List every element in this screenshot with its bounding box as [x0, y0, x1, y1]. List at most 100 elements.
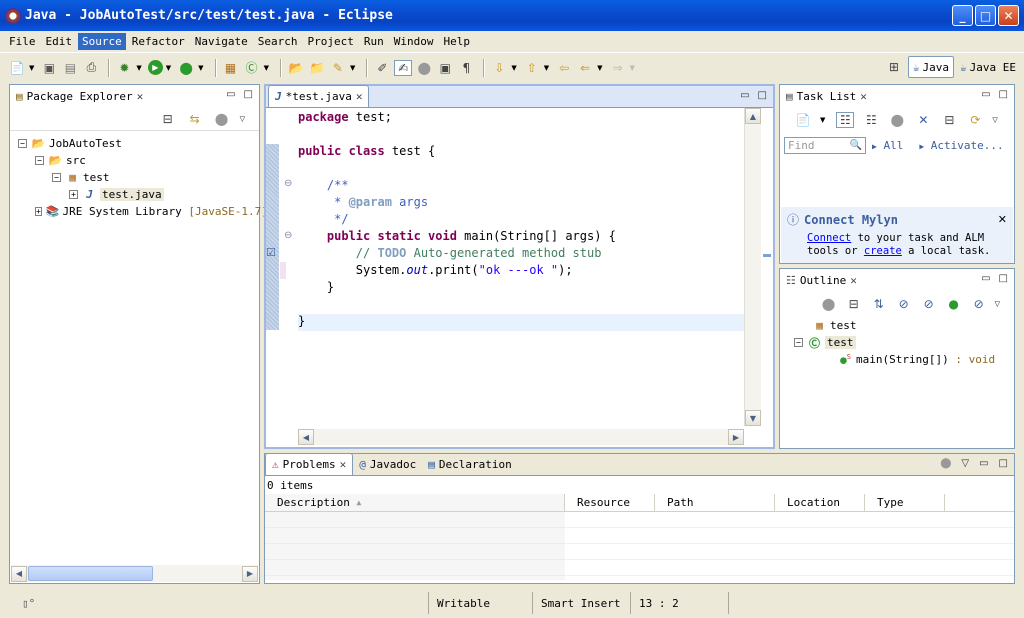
show-whitespace-icon[interactable]: ¶ [457, 60, 475, 76]
tab-declaration[interactable]: ▤ Declaration [422, 453, 517, 475]
forward-icon[interactable]: ⇒ [609, 60, 627, 76]
new-java-class-icon[interactable]: Ⓒ [243, 60, 261, 76]
code-area[interactable]: package test; public class test { /** * … [298, 110, 744, 424]
menu-project[interactable]: Project [303, 33, 357, 50]
menu-help[interactable]: Help [439, 33, 474, 50]
collapse-all-icon[interactable]: ⊟ [845, 296, 863, 312]
outline-item-package[interactable]: ▦ test [794, 317, 1014, 334]
new-icon[interactable]: 📄 [8, 60, 26, 76]
close-icon[interactable]: ✕ [356, 90, 363, 103]
tab-package-explorer[interactable]: ▤ Package Explorer ✕ [10, 85, 149, 107]
close-icon[interactable]: ✕ [137, 90, 144, 103]
external-tools-dropdown-icon[interactable]: ▼ [198, 64, 203, 72]
run-icon[interactable]: ▶ [147, 60, 163, 75]
next-annotation-dropdown-icon[interactable]: ▼ [511, 64, 516, 72]
collapse-all-icon[interactable]: ⊟ [940, 112, 958, 128]
close-button[interactable]: ✕ [998, 5, 1019, 26]
menu-edit[interactable]: Edit [42, 33, 77, 50]
open-task-icon[interactable]: 📁 [308, 60, 326, 76]
column-description[interactable]: Description ▲ [265, 494, 565, 512]
connect-link[interactable]: Connect [807, 232, 851, 244]
maximize-icon[interactable]: □ [244, 89, 253, 100]
print-icon[interactable]: ⎙ [82, 60, 100, 76]
previous-annotation-icon[interactable]: ⇧ [523, 60, 541, 76]
new-task-dropdown-icon[interactable]: ▼ [820, 116, 825, 124]
tab-outline[interactable]: ☷ Outline ✕ [780, 269, 863, 291]
menu-source[interactable]: Source [78, 32, 126, 50]
maximize-button[interactable]: □ [975, 5, 996, 26]
new-class-dropdown-icon[interactable]: ▼ [264, 64, 269, 72]
maximize-icon[interactable]: □ [999, 89, 1008, 100]
minimize-icon[interactable]: ▭ [981, 89, 990, 100]
menu-navigate[interactable]: Navigate [191, 33, 252, 50]
outline-item-class[interactable]: − Ⓒtest [794, 334, 1014, 351]
back-dropdown-icon[interactable]: ▼ [597, 64, 602, 72]
collapse-all-icon[interactable]: ⊟ [159, 111, 177, 127]
tree-item-jre[interactable]: + 📚 JRE System Library [JavaSE-1.7] [18, 203, 268, 220]
toggle-mark-occurrences-icon[interactable]: ✐ [373, 60, 391, 76]
fold-collapse-icon[interactable]: ⊖ [284, 178, 292, 189]
back-icon[interactable]: ⇐ [576, 60, 594, 76]
all-link[interactable]: ▶ All [872, 139, 903, 152]
highlight-icon[interactable]: ✍ [394, 59, 413, 76]
debug-icon[interactable]: ✹ [115, 60, 133, 76]
tree-item-package[interactable]: − ▦ test [18, 169, 259, 186]
open-perspective-icon[interactable]: ⊞ [885, 59, 903, 75]
focus-workweek-icon[interactable]: ⬤ [888, 112, 906, 128]
block-selection-icon[interactable]: ▣ [436, 60, 454, 76]
save-icon[interactable]: ▣ [40, 60, 58, 76]
menu-run[interactable]: Run [360, 33, 388, 50]
categorized-icon[interactable]: ☷ [836, 112, 855, 128]
close-icon[interactable]: ✕ [340, 458, 347, 471]
scheduled-icon[interactable]: ☷ [862, 112, 880, 128]
tab-problems[interactable]: ⚠ Problems ✕ [265, 453, 354, 475]
focus-task-icon[interactable]: ⬤ [213, 111, 231, 127]
last-edit-icon[interactable]: ⇦ [555, 60, 573, 76]
editor-vertical-scrollbar[interactable]: ▲ ▼ [744, 108, 761, 426]
column-location[interactable]: Location [775, 494, 865, 512]
tab-javadoc[interactable]: @ Javadoc [353, 453, 422, 475]
column-resource[interactable]: Resource [565, 494, 655, 512]
minimize-icon[interactable]: ▭ [226, 89, 235, 100]
menu-file[interactable]: File [5, 33, 40, 50]
view-menu-icon[interactable]: ▽ [995, 300, 1000, 308]
tree-item-file[interactable]: + Jtest.java [18, 186, 259, 203]
maximize-icon[interactable]: □ [999, 273, 1008, 284]
hide-fields-icon[interactable]: ⊘ [895, 296, 913, 312]
outline-item-method[interactable]: ●S main(String[]) : void [794, 351, 1014, 368]
maximize-icon[interactable]: □ [758, 90, 767, 101]
next-annotation-icon[interactable]: ⇩ [490, 60, 508, 76]
sort-icon[interactable]: ⇅ [870, 296, 888, 312]
activate-link[interactable]: ▶ Activate... [919, 139, 1003, 152]
column-type[interactable]: Type [865, 494, 945, 512]
column-path[interactable]: Path [655, 494, 775, 512]
search-dropdown-icon[interactable]: ▼ [350, 64, 355, 72]
breadcrumb-icon[interactable]: ⬤ [415, 60, 433, 76]
perspective-java-ee[interactable]: ☕ Java EE [956, 56, 1020, 78]
hide-completed-icon[interactable]: ✕ [914, 112, 932, 128]
hide-non-public-icon[interactable]: ● [945, 296, 963, 312]
synchronize-icon[interactable]: ⟳ [966, 112, 984, 128]
tree-item-src[interactable]: − 📂 src [18, 152, 259, 169]
new-task-icon[interactable]: 📄 [794, 112, 812, 128]
tree-item-project[interactable]: − 📂 JobAutoTest [18, 135, 259, 152]
fold-collapse-icon[interactable]: ⊖ [284, 230, 292, 241]
horizontal-scrollbar[interactable]: ◀ ▶ [11, 565, 258, 582]
save-all-icon[interactable]: ▤ [61, 60, 79, 76]
create-link[interactable]: create [864, 245, 902, 257]
tab-task-list[interactable]: ▤ Task List ✕ [780, 85, 873, 107]
focus-icon[interactable]: ⬤ [820, 296, 838, 312]
previous-annotation-dropdown-icon[interactable]: ▼ [544, 64, 549, 72]
fast-view-icon[interactable]: ▯° [22, 597, 52, 610]
maximize-icon[interactable]: □ [999, 458, 1008, 469]
minimize-button[interactable]: _ [952, 5, 973, 26]
link-with-editor-icon[interactable]: ⇆ [186, 111, 204, 127]
tab-test-java[interactable]: J *test.java ✕ [268, 85, 370, 107]
view-menu-icon[interactable]: ▽ [240, 115, 245, 123]
search-icon[interactable]: ✎ [329, 60, 347, 76]
menu-refactor[interactable]: Refactor [128, 33, 189, 50]
hide-static-icon[interactable]: ⊘ [920, 296, 938, 312]
open-type-icon[interactable]: 📂 [287, 60, 305, 76]
close-icon[interactable]: ✕ [860, 90, 867, 103]
new-java-package-icon[interactable]: ▦ [222, 60, 240, 76]
